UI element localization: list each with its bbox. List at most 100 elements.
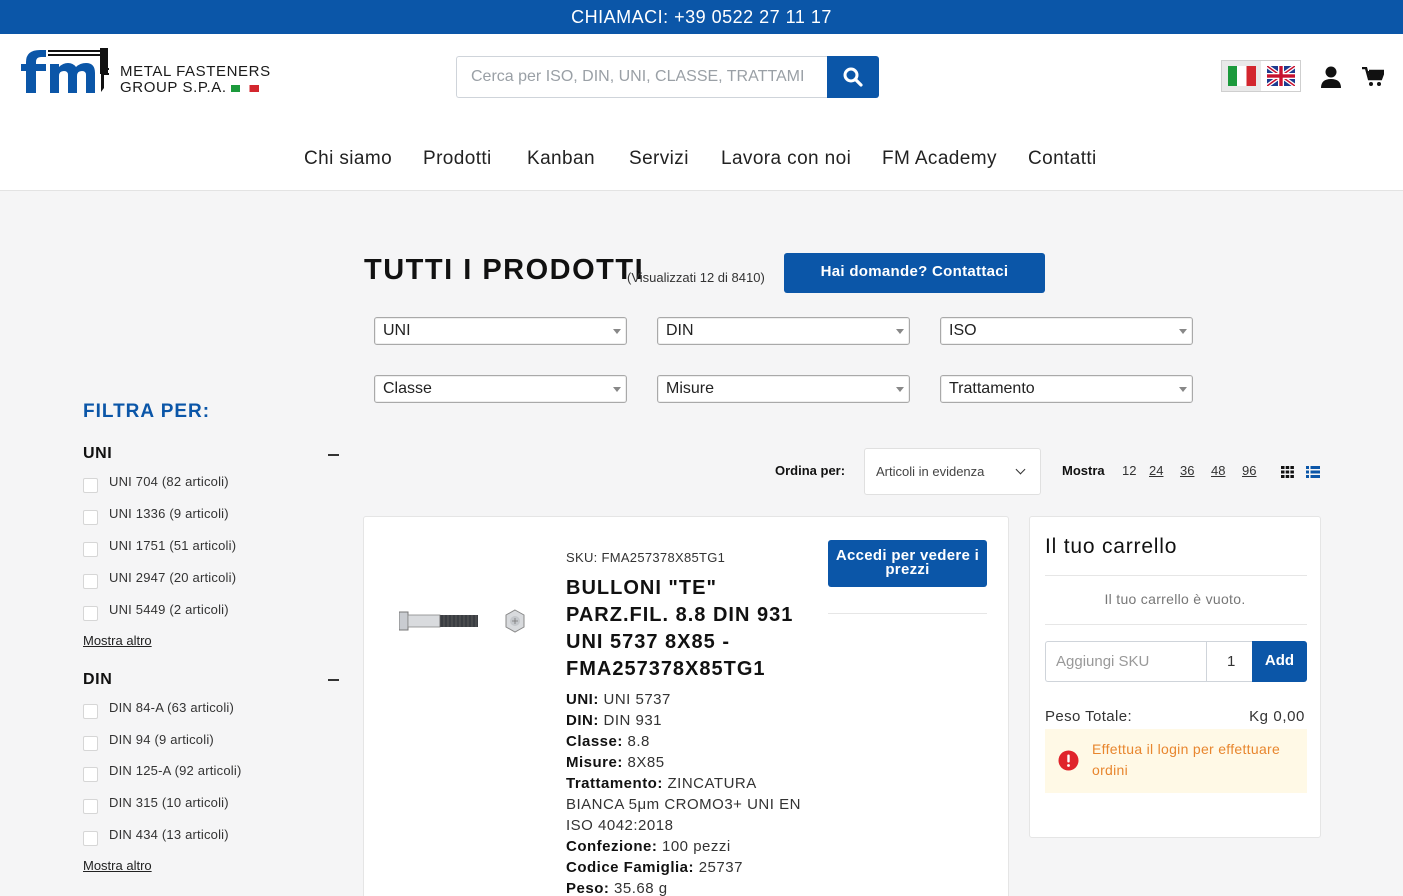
nav-contatti[interactable]: Contatti [1028,148,1097,170]
spec-label: Confezione: [566,838,658,855]
nav-servizi[interactable]: Servizi [629,148,689,170]
cart-empty-text: Il tuo carrello è vuoto. [1104,591,1246,607]
total-weight-label: Peso Totale: [1045,708,1133,725]
spec-value: 8.8 [627,733,650,750]
flag-it-icon [1227,66,1256,86]
show-more-din-link[interactable]: Mostra altro [83,858,152,873]
spec-label: UNI: [566,691,599,708]
spec-row: Codice Famiglia: 25737 [566,857,806,878]
filter-checkbox[interactable] [83,574,98,589]
quantity-input[interactable] [1206,641,1253,682]
collapse-uni-icon[interactable] [328,454,339,456]
divider [828,613,987,614]
product-image[interactable] [399,607,534,635]
company-logo[interactable]: METAL FASTENERS GROUP S.P.A. [20,46,280,96]
search-input[interactable] [456,56,828,98]
show-option-96[interactable]: 96 [1242,463,1256,478]
cart-title: Il tuo carrello [1045,535,1178,558]
product-name[interactable]: BULLONI "TE" PARZ.FIL. 8.8 DIN 931 UNI 5… [566,575,806,683]
spec-label: Trattamento: [566,775,663,792]
filter-item-label: DIN 315 (10 articoli) [109,795,229,810]
italy-stripe-icon [230,84,259,92]
cart-panel: Il tuo carrello Il tuo carrello è vuoto.… [1029,516,1321,838]
divider [1045,624,1307,625]
dropdown-arrow-icon [1179,387,1187,392]
filter-checkbox[interactable] [83,831,98,846]
filter-item-label: UNI 5449 (2 articoli) [109,602,229,617]
nav-kanban[interactable]: Kanban [527,148,595,170]
logo-line1: METAL FASTENERS [120,63,271,80]
spec-label: Peso: [566,880,610,896]
filter-checkbox[interactable] [83,510,98,525]
spec-label: DIN: [566,712,599,729]
sort-value: Articoli in evidenza [876,464,985,479]
select-classe[interactable]: Classe [374,375,627,403]
spec-value: 25737 [698,859,743,876]
filter-group-uni-title: UNI [83,445,113,462]
filter-checkbox[interactable] [83,704,98,719]
search-button[interactable] [827,56,879,98]
contact-button[interactable]: Hai domande? Contattaci [784,253,1045,293]
total-weight-value: Kg 0,00 [1249,708,1305,725]
dropdown-arrow-icon [896,387,904,392]
language-switcher[interactable] [1221,60,1301,92]
dropdown-arrow-icon [613,387,621,392]
collapse-din-icon[interactable] [328,679,339,681]
grid-view-icon[interactable] [1281,466,1294,478]
alert-icon [1058,750,1079,771]
nav-chi-siamo[interactable]: Chi siamo [304,148,392,170]
select-uni[interactable]: UNI [374,317,627,345]
filter-item-label: UNI 704 (82 articoli) [109,474,229,489]
add-sku-button[interactable]: Add [1252,641,1307,682]
cart-icon[interactable] [1362,67,1384,87]
filter-checkbox[interactable] [83,542,98,557]
lang-it-button[interactable] [1222,61,1261,91]
product-count: (Visualizzati 12 di 8410) [627,270,765,285]
select-iso[interactable]: ISO [940,317,1193,345]
spec-label: Misure: [566,754,623,771]
show-option-12[interactable]: 12 [1122,463,1136,478]
nav-lavora-con-noi[interactable]: Lavora con noi [721,148,851,170]
main-nav: Chi siamo Prodotti Kanban Servizi Lavora… [0,138,1403,178]
select-din[interactable]: DIN [657,317,910,345]
top-contact-bar: CHIAMACI: +39 0522 27 11 17 [0,0,1403,34]
select-din-value: DIN [666,322,694,339]
chevron-down-icon [1015,464,1026,475]
spec-label: Codice Famiglia: [566,859,695,876]
phone-text: CHIAMACI: +39 0522 27 11 17 [571,7,832,27]
filter-item-label: DIN 84-A (63 articoli) [109,700,235,715]
filter-checkbox[interactable] [83,478,98,493]
dropdown-arrow-icon [1179,329,1187,334]
filter-item-label: DIN 434 (13 articoli) [109,827,229,842]
list-view-icon[interactable] [1306,466,1320,478]
user-icon[interactable] [1321,66,1341,88]
login-for-prices-button[interactable]: Accedi per vedere i prezzi [828,540,987,587]
site-header: METAL FASTENERS GROUP S.P.A. Cerca per I… [0,34,1403,191]
nav-fm-academy[interactable]: FM Academy [882,148,997,170]
product-card: SKU: FMA257378X85TG1 BULLONI "TE" PARZ.F… [363,516,1009,896]
filter-checkbox[interactable] [83,799,98,814]
filter-checkbox[interactable] [83,736,98,751]
select-trattamento-value: Trattamento [949,380,1035,397]
spec-row: Classe: 8.8 [566,731,806,752]
filter-item-label: UNI 2947 (20 articoli) [109,570,237,585]
add-sku-input[interactable] [1045,641,1206,682]
sort-select[interactable]: Articoli in evidenza [864,448,1041,495]
show-more-uni-link[interactable]: Mostra altro [83,633,152,648]
show-option-24[interactable]: 24 [1149,463,1163,478]
show-option-48[interactable]: 48 [1211,463,1225,478]
show-option-36[interactable]: 36 [1180,463,1194,478]
nav-prodotti[interactable]: Prodotti [423,148,492,170]
product-specs: UNI: UNI 5737 DIN: DIN 931 Classe: 8.8 M… [566,689,806,896]
logo-line2: GROUP S.P.A. [120,79,227,96]
filter-checkbox[interactable] [83,606,98,621]
lang-en-button[interactable] [1261,61,1300,91]
select-classe-value: Classe [383,380,432,397]
select-misure[interactable]: Misure [657,375,910,403]
filter-checkbox[interactable] [83,767,98,782]
select-misure-value: Misure [666,380,715,397]
show-label: Mostra [1062,463,1105,478]
spec-value: 8X85 [627,754,665,771]
select-trattamento[interactable]: Trattamento [940,375,1193,403]
filter-item-label: DIN 125-A (92 articoli) [109,763,242,778]
